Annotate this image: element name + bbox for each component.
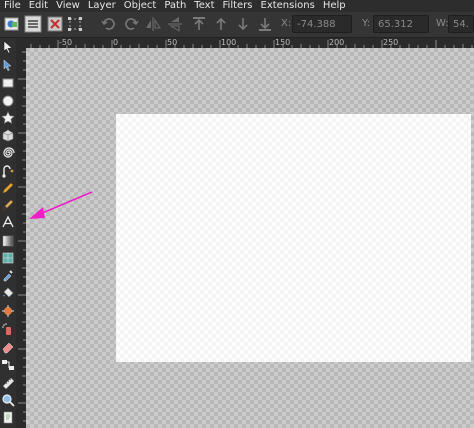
ruler-label: 150 bbox=[275, 38, 291, 47]
bounding-box-icon[interactable] bbox=[66, 15, 84, 33]
width-field[interactable]: 54. bbox=[448, 15, 474, 33]
menu-object[interactable]: Object bbox=[120, 0, 161, 12]
gradient-icon[interactable] bbox=[1, 234, 15, 248]
menu-layer[interactable]: Layer bbox=[84, 0, 120, 12]
tool-controls-bar: X: -74.388 Y: 65.312 W: 54. bbox=[0, 12, 474, 38]
rotate-cw-icon[interactable] bbox=[122, 15, 140, 33]
raise-to-top-icon[interactable] bbox=[190, 15, 208, 33]
ruler-corner bbox=[16, 38, 26, 48]
menu-edit[interactable]: Edit bbox=[25, 0, 52, 12]
flip-vertical-icon[interactable] bbox=[166, 15, 184, 33]
vertical-ruler[interactable] bbox=[16, 48, 26, 428]
mesh-icon[interactable] bbox=[1, 251, 15, 265]
canvas[interactable] bbox=[26, 48, 474, 428]
text-tool-icon[interactable] bbox=[1, 215, 15, 229]
document-page[interactable] bbox=[116, 114, 471, 362]
spray-icon[interactable] bbox=[1, 322, 15, 336]
y-coordinate-field[interactable]: 65.312 bbox=[373, 15, 429, 33]
flip-horizontal-icon[interactable] bbox=[144, 15, 162, 33]
toolbox bbox=[0, 38, 16, 428]
spiral-icon[interactable] bbox=[1, 146, 15, 160]
select-all-icon[interactable] bbox=[3, 15, 21, 33]
menu-extensions[interactable]: Extensions bbox=[257, 0, 319, 12]
node-edit-icon[interactable] bbox=[1, 58, 15, 72]
paint-bucket-icon[interactable] bbox=[1, 286, 15, 300]
menu-view[interactable]: View bbox=[52, 0, 84, 12]
menu-path[interactable]: Path bbox=[160, 0, 190, 12]
tweak-icon[interactable] bbox=[1, 304, 15, 318]
raise-icon[interactable] bbox=[212, 15, 230, 33]
ruler-label: 0 bbox=[113, 38, 119, 47]
ruler-label: 50 bbox=[167, 38, 178, 47]
bezier-pen-icon[interactable] bbox=[1, 164, 15, 178]
ruler-label: 100 bbox=[221, 38, 237, 47]
circle-icon[interactable] bbox=[1, 94, 15, 108]
dropper-icon[interactable] bbox=[1, 268, 15, 282]
x-label: X: bbox=[281, 18, 292, 29]
menu-text[interactable]: Text bbox=[190, 0, 218, 12]
calligraphy-icon[interactable] bbox=[1, 198, 15, 212]
lower-to-bottom-icon[interactable] bbox=[256, 15, 274, 33]
menu-filters[interactable]: Filters bbox=[219, 0, 257, 12]
horizontal-ruler[interactable]: -50 0 50 100 150 200 250 bbox=[26, 38, 474, 48]
select-all-layers-icon[interactable] bbox=[24, 15, 42, 33]
ruler-label: 250 bbox=[383, 38, 399, 47]
w-label: W: bbox=[436, 18, 449, 29]
ruler-label: -50 bbox=[59, 38, 73, 47]
y-label: Y: bbox=[362, 18, 371, 29]
menu-help[interactable]: Help bbox=[319, 0, 350, 12]
pencil-icon[interactable] bbox=[1, 181, 15, 195]
measure-icon[interactable] bbox=[1, 376, 15, 390]
connector-icon[interactable] bbox=[1, 358, 15, 372]
pages-icon[interactable] bbox=[1, 411, 15, 425]
x-coordinate-field[interactable]: -74.388 bbox=[292, 15, 352, 33]
menu-file[interactable]: File bbox=[0, 0, 25, 12]
rectangle-icon[interactable] bbox=[1, 76, 15, 90]
star-icon[interactable] bbox=[1, 111, 15, 125]
lower-icon[interactable] bbox=[234, 15, 252, 33]
box-3d-icon[interactable] bbox=[1, 128, 15, 142]
eraser-icon[interactable] bbox=[1, 340, 15, 354]
rotate-ccw-icon[interactable] bbox=[100, 15, 118, 33]
menu-bar: File Edit View Layer Object Path Text Fi… bbox=[0, 0, 474, 12]
ruler-label: 200 bbox=[329, 38, 345, 47]
zoom-icon[interactable] bbox=[1, 393, 15, 407]
select-arrow-icon[interactable] bbox=[1, 40, 15, 54]
deselect-icon[interactable] bbox=[46, 15, 64, 33]
